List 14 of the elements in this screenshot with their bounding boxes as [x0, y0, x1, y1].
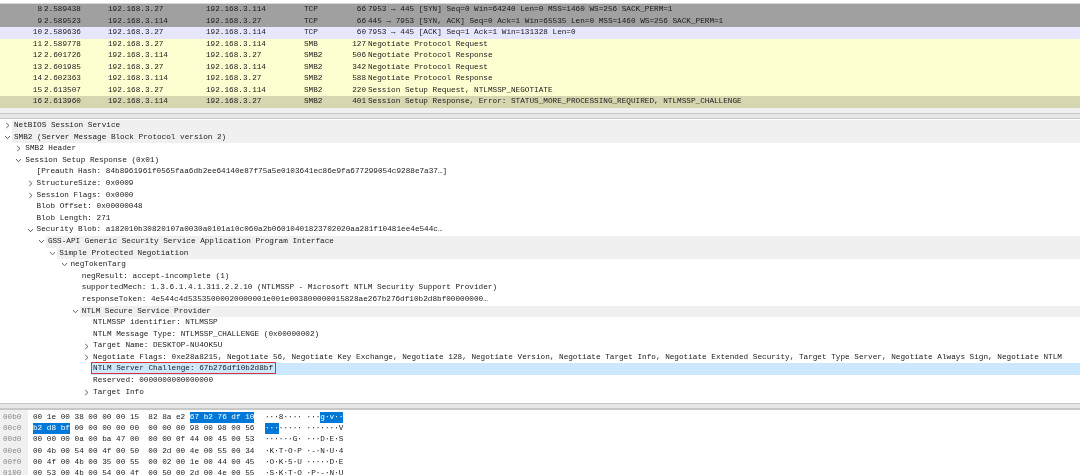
chevron-down-icon[interactable] [71, 307, 79, 315]
chevron-right-icon[interactable] [26, 180, 34, 188]
chevron-down-icon[interactable] [4, 133, 11, 141]
chevron-right-icon[interactable] [26, 191, 34, 199]
chevron-right-icon[interactable] [83, 388, 91, 396]
chevron-right-icon[interactable] [83, 354, 91, 362]
chevron-right-icon[interactable] [83, 342, 91, 350]
chevron-right-icon[interactable] [4, 122, 11, 130]
chevron-down-icon[interactable] [26, 226, 34, 234]
chevron-down-icon[interactable] [15, 157, 23, 165]
chevron-down-icon[interactable] [37, 238, 45, 246]
chevron-down-icon[interactable] [49, 249, 57, 257]
chevron-right-icon[interactable] [15, 145, 23, 153]
chevron-down-icon[interactable] [60, 261, 68, 269]
